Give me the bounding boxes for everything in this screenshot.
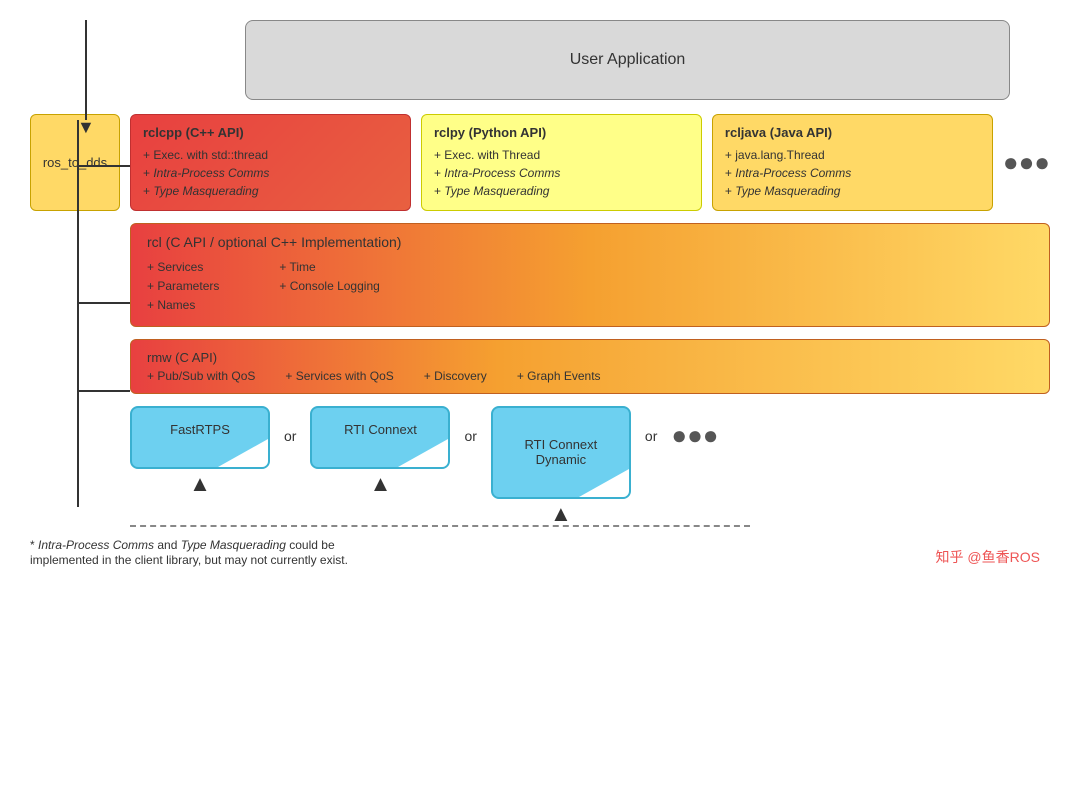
rticonnext-col: RTI Connext ▲ [310, 406, 450, 495]
rcl-params: + Parameters [147, 277, 219, 296]
fastrtps-arrow: ▲ [189, 473, 211, 495]
rcl-col1: + Services + Parameters + Names [147, 258, 219, 316]
dds-dots: ●●● [671, 406, 718, 451]
rticonnext-dynamic-label: RTI ConnextDynamic [525, 437, 598, 467]
rclpy-feat2: + Intra-Process Comms [434, 164, 689, 182]
rmw-graph: + Graph Events [517, 369, 601, 383]
rclcpp-feat2: + Intra-Process Comms [143, 164, 398, 182]
h-line-client-libs [77, 165, 130, 167]
rcljava-title: rcljava (Java API) [725, 125, 980, 140]
ros-to-dds-box: ros_to_dds [30, 114, 120, 211]
rcljava-box: rcljava (Java API) + java.lang.Thread + … [712, 114, 993, 211]
rcljava-feat2: + Intra-Process Comms [725, 164, 980, 182]
h-line-rcl [77, 302, 130, 304]
rmw-box: rmw (C API) + Pub/Sub with QoS + Service… [130, 339, 1050, 394]
or-1: or [270, 406, 310, 444]
user-application-box: User Application [245, 20, 1010, 100]
rcl-section: rcl (C API / optional C++ Implementation… [130, 223, 1050, 327]
fastrtps-label: FastRTPS [170, 422, 230, 437]
rcl-names: + Names [147, 296, 219, 315]
rticonnext-box: RTI Connext [310, 406, 450, 469]
footnote: * Intra-Process Comms and Type Masquerad… [30, 537, 1050, 567]
rticonnext-dynamic-box: RTI ConnextDynamic [491, 406, 631, 499]
rticonnext-label: RTI Connext [344, 422, 417, 437]
rticonnext-arrow: ▲ [370, 473, 392, 495]
rmw-features: + Pub/Sub with QoS + Services with QoS +… [147, 369, 1033, 383]
rcl-service: + Services [147, 258, 219, 277]
rcl-col2: + Time + Console Logging [279, 258, 379, 316]
rclpy-feat1: + Exec. with Thread [434, 146, 689, 164]
rclcpp-feat3: + Type Masquerading [143, 182, 398, 200]
down-arrow-head: ▼ [77, 118, 95, 136]
dds-row: FastRTPS ▲ or RTI Connext ▲ or RTI Conne… [130, 406, 1050, 525]
or-2: or [450, 406, 490, 444]
rclpy-feat3: + Type Masquerading [434, 182, 689, 200]
rcl-title: rcl (C API / optional C++ Implementation… [147, 234, 1033, 250]
rcljava-feat3: + Type Masquerading [725, 182, 980, 200]
watermark: 知乎 @鱼香ROS [936, 547, 1040, 567]
rmw-discovery: + Discovery [424, 369, 487, 383]
h-line-rmw [77, 390, 130, 392]
rclpy-title: rclpy (Python API) [434, 125, 689, 140]
client-libs-dots: ●●● [1003, 114, 1050, 211]
rcl-time: + Time [279, 258, 379, 277]
rmw-services: + Services with QoS [285, 369, 393, 383]
dashed-line [130, 525, 750, 527]
rcl-logging: + Console Logging [279, 277, 379, 296]
rticonnext-dynamic-col: RTI ConnextDynamic ▲ [491, 406, 631, 525]
rclcpp-feat1: + Exec. with std::thread [143, 146, 398, 164]
rticonnext-dynamic-arrow: ▲ [550, 503, 572, 525]
diagram-container: User Application ▼ ros_to_dds rclcpp (C+… [0, 0, 1080, 788]
fastrtps-col: FastRTPS ▲ [130, 406, 270, 495]
rmw-title: rmw (C API) [147, 350, 1033, 365]
rmw-section: rmw (C API) + Pub/Sub with QoS + Service… [130, 339, 1050, 394]
fastrtps-box: FastRTPS [130, 406, 270, 469]
rclcpp-box: rclcpp (C++ API) + Exec. with std::threa… [130, 114, 411, 211]
left-vertical-connector [77, 120, 79, 507]
rcljava-feat1: + java.lang.Thread [725, 146, 980, 164]
or-3: or [631, 406, 671, 444]
rclcpp-title: rclcpp (C++ API) [143, 125, 398, 140]
rcl-box: rcl (C API / optional C++ Implementation… [130, 223, 1050, 327]
rmw-pubsub: + Pub/Sub with QoS [147, 369, 255, 383]
rclpy-box: rclpy (Python API) + Exec. with Thread +… [421, 114, 702, 211]
left-arrow-line [85, 20, 87, 120]
